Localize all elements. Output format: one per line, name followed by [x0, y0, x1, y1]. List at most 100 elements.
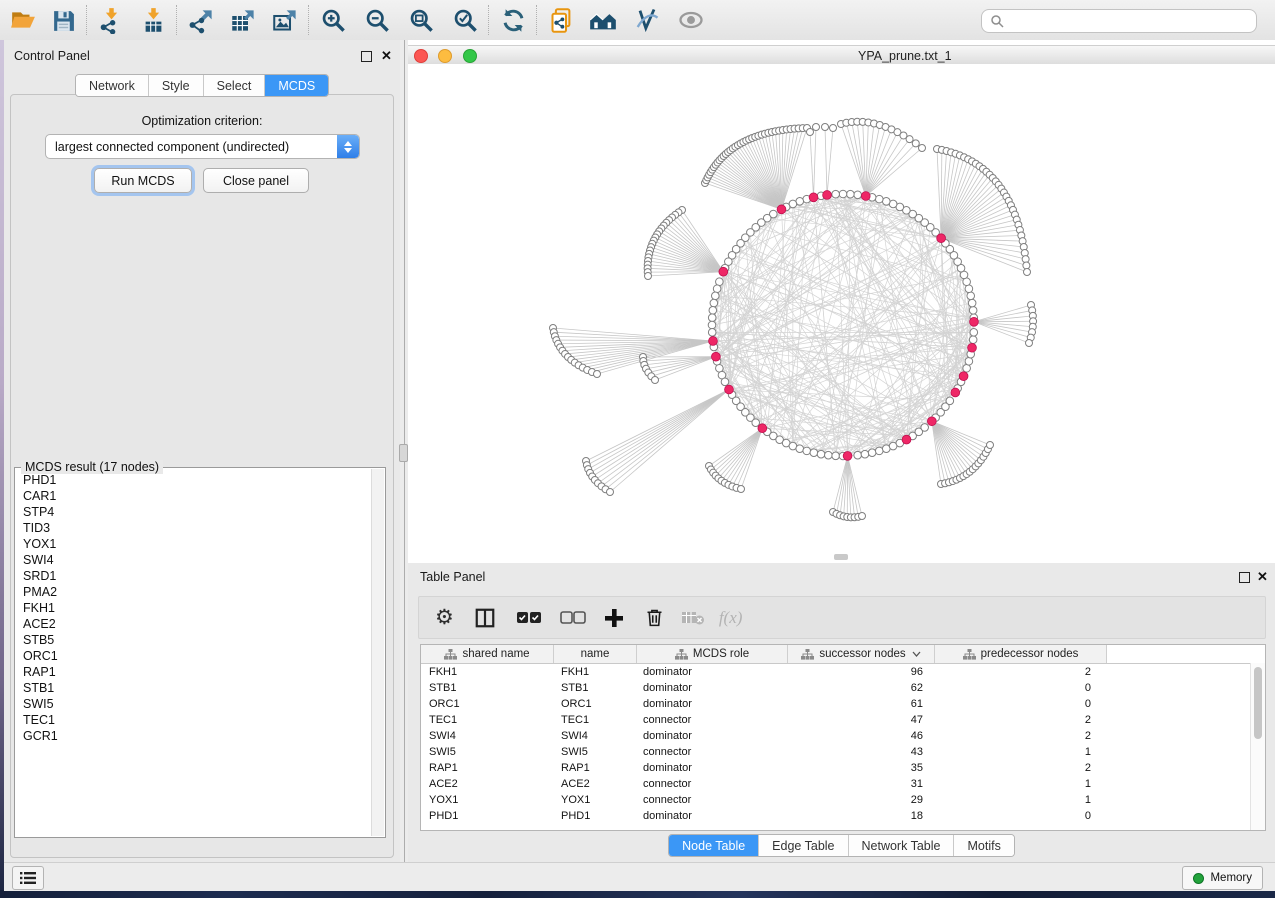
- table-scrollbar-thumb[interactable]: [1254, 667, 1262, 739]
- mcds-node-item[interactable]: RAP1: [16, 664, 371, 680]
- mcds-node-item[interactable]: YOX1: [16, 536, 371, 552]
- table-row-ACE2[interactable]: ACE2ACE2connector311: [421, 776, 1265, 792]
- cell-name[interactable]: SWI5: [553, 746, 635, 758]
- cell-MCDS-role[interactable]: dominator: [635, 762, 785, 774]
- mcds-node-item[interactable]: ACE2: [16, 616, 371, 632]
- cell-MCDS-role[interactable]: dominator: [635, 666, 785, 678]
- export-network-icon[interactable]: [186, 5, 216, 35]
- graphics-details-off-icon[interactable]: [632, 5, 662, 35]
- function-builder-icon[interactable]: f(x): [719, 605, 743, 631]
- search-input[interactable]: [1008, 13, 1256, 29]
- network-canvas[interactable]: [408, 64, 1275, 563]
- export-image-icon[interactable]: [270, 5, 300, 35]
- maximize-window-icon[interactable]: [463, 49, 477, 63]
- cell-shared-name[interactable]: RAP1: [421, 762, 553, 774]
- table-row-ORC1[interactable]: ORC1ORC1dominator610: [421, 696, 1265, 712]
- table-row-FKH1[interactable]: FKH1FKH1dominator962: [421, 664, 1265, 680]
- run-mcds-button[interactable]: Run MCDS: [94, 168, 192, 193]
- cell-MCDS-role[interactable]: connector: [635, 778, 785, 790]
- mcds-node-item[interactable]: SWI4: [16, 552, 371, 568]
- cell-name[interactable]: PHD1: [553, 810, 635, 822]
- cell-MCDS-role[interactable]: dominator: [635, 810, 785, 822]
- table-row-YOX1[interactable]: YOX1YOX1connector291: [421, 792, 1265, 808]
- tab-edge-table[interactable]: Edge Table: [758, 835, 847, 856]
- mcds-node-item[interactable]: FKH1: [16, 600, 371, 616]
- select-all-icon[interactable]: [516, 605, 542, 631]
- cell-shared-name[interactable]: SWI4: [421, 730, 553, 742]
- mcds-node-item[interactable]: CAR1: [16, 488, 371, 504]
- column-header-name[interactable]: name: [554, 645, 637, 663]
- cell-predecessor-nodes[interactable]: 0: [931, 682, 1102, 694]
- tab-network-table[interactable]: Network Table: [848, 835, 954, 856]
- cell-predecessor-nodes[interactable]: 1: [931, 794, 1102, 806]
- zoom-fit-icon[interactable]: [406, 5, 436, 35]
- minimize-window-icon[interactable]: [438, 49, 452, 63]
- column-header-predecessor-nodes[interactable]: predecessor nodes: [935, 645, 1107, 663]
- cell-shared-name[interactable]: ACE2: [421, 778, 553, 790]
- cell-predecessor-nodes[interactable]: 0: [931, 810, 1102, 822]
- cell-MCDS-role[interactable]: dominator: [635, 698, 785, 710]
- zoom-in-icon[interactable]: [318, 5, 348, 35]
- create-column-icon[interactable]: [604, 605, 624, 631]
- first-neighbors-icon[interactable]: [588, 5, 618, 35]
- tab-select[interactable]: Select: [203, 75, 265, 96]
- close-panel-icon[interactable]: ✕: [381, 51, 392, 60]
- network-hscroll-thumb[interactable]: [834, 554, 848, 560]
- float-panel-icon[interactable]: [361, 51, 372, 62]
- network-window-titlebar[interactable]: YPA_prune.txt_1: [408, 45, 1275, 66]
- column-header-successor-nodes[interactable]: successor nodes: [788, 645, 935, 663]
- cell-name[interactable]: SWI4: [553, 730, 635, 742]
- cell-name[interactable]: ACE2: [553, 778, 635, 790]
- cell-shared-name[interactable]: PHD1: [421, 810, 553, 822]
- cell-name[interactable]: ORC1: [553, 698, 635, 710]
- cell-successor-nodes[interactable]: 18: [785, 810, 931, 822]
- cell-name[interactable]: YOX1: [553, 794, 635, 806]
- table-scrollbar[interactable]: [1250, 663, 1265, 830]
- mcds-node-item[interactable]: ORC1: [16, 648, 371, 664]
- mcds-list-scrollbar[interactable]: [371, 469, 384, 836]
- cell-shared-name[interactable]: YOX1: [421, 794, 553, 806]
- cell-predecessor-nodes[interactable]: 0: [931, 698, 1102, 710]
- deselect-all-icon[interactable]: [560, 605, 586, 631]
- cell-MCDS-role[interactable]: dominator: [635, 682, 785, 694]
- cell-successor-nodes[interactable]: 62: [785, 682, 931, 694]
- cell-MCDS-role[interactable]: connector: [635, 714, 785, 726]
- mcds-node-item[interactable]: GCR1: [16, 728, 371, 744]
- cell-predecessor-nodes[interactable]: 2: [931, 714, 1102, 726]
- memory-button[interactable]: Memory: [1182, 866, 1263, 890]
- zoom-out-icon[interactable]: [362, 5, 392, 35]
- cell-predecessor-nodes[interactable]: 1: [931, 746, 1102, 758]
- cell-MCDS-role[interactable]: connector: [635, 794, 785, 806]
- cell-successor-nodes[interactable]: 46: [785, 730, 931, 742]
- table-row-TEC1[interactable]: TEC1TEC1connector472: [421, 712, 1265, 728]
- cell-successor-nodes[interactable]: 35: [785, 762, 931, 774]
- cell-shared-name[interactable]: STB1: [421, 682, 553, 694]
- column-header-shared-name[interactable]: shared name: [421, 645, 554, 663]
- mcds-node-item[interactable]: TEC1: [16, 712, 371, 728]
- tab-network[interactable]: Network: [76, 75, 148, 96]
- zoom-selected-icon[interactable]: [450, 5, 480, 35]
- table-row-PHD1[interactable]: PHD1PHD1dominator180: [421, 808, 1265, 824]
- tab-style[interactable]: Style: [148, 75, 203, 96]
- mcds-node-item[interactable]: STP4: [16, 504, 371, 520]
- network-from-selection-icon[interactable]: [546, 5, 576, 35]
- export-table-icon[interactable]: [228, 5, 258, 35]
- task-history-button[interactable]: [12, 866, 44, 890]
- save-session-icon[interactable]: [48, 5, 78, 35]
- cell-predecessor-nodes[interactable]: 2: [931, 666, 1102, 678]
- optimization-criterion-select[interactable]: largest connected component (undirected): [45, 134, 360, 159]
- cell-successor-nodes[interactable]: 29: [785, 794, 931, 806]
- cell-shared-name[interactable]: TEC1: [421, 714, 553, 726]
- cell-successor-nodes[interactable]: 96: [785, 666, 931, 678]
- table-row-SWI4[interactable]: SWI4SWI4dominator462: [421, 728, 1265, 744]
- cell-successor-nodes[interactable]: 61: [785, 698, 931, 710]
- panel-divider-grip[interactable]: [399, 444, 408, 462]
- search-field[interactable]: [981, 9, 1257, 33]
- cell-name[interactable]: FKH1: [553, 666, 635, 678]
- delete-columns-icon[interactable]: [644, 605, 665, 631]
- cell-successor-nodes[interactable]: 31: [785, 778, 931, 790]
- float-table-panel-icon[interactable]: [1239, 572, 1250, 583]
- tab-motifs[interactable]: Motifs: [953, 835, 1013, 856]
- cell-name[interactable]: STB1: [553, 682, 635, 694]
- cell-predecessor-nodes[interactable]: 1: [931, 778, 1102, 790]
